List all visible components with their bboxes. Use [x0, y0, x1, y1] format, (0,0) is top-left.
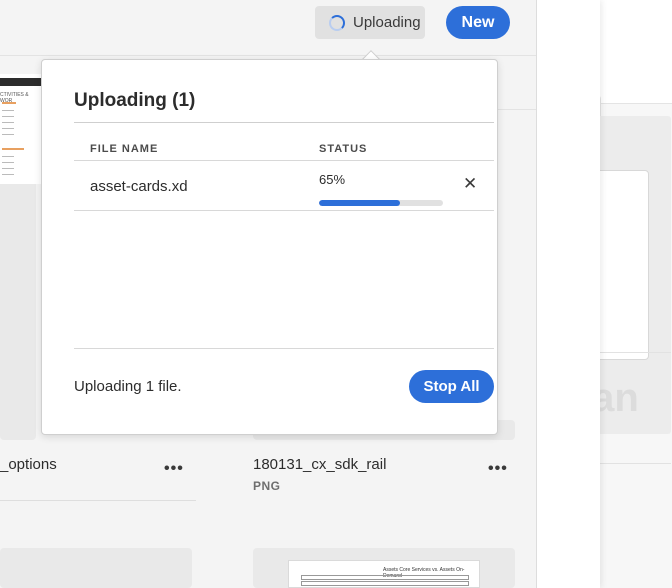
- upload-progress-bar: [319, 200, 443, 206]
- asset-card[interactable]: [0, 168, 36, 440]
- asset-card[interactable]: [0, 548, 192, 588]
- thumbnail-line: [2, 162, 14, 163]
- thumbnail-line: [2, 134, 14, 135]
- thumbnail-line: [2, 122, 14, 123]
- upload-popover: Uploading (1) FILE NAME STATUS asset-car…: [41, 59, 498, 435]
- uploading-status-button[interactable]: Uploading: [315, 6, 425, 39]
- panel-right-strip: [536, 0, 600, 588]
- thumbnail-line: [2, 174, 14, 175]
- column-header-file-name: FILE NAME: [90, 143, 159, 155]
- spinner-icon: [329, 14, 345, 31]
- thumbnail-header-bar: [0, 78, 42, 86]
- uploading-status-label: Uploading: [353, 14, 421, 31]
- card-thumbnail: CTIVITIES & WOR: [0, 74, 42, 184]
- thumbnail-accent: [2, 148, 24, 150]
- card-title[interactable]: 180131_cx_sdk_rail: [253, 456, 386, 473]
- header-bar: Uploading New: [0, 0, 536, 56]
- upload-progress-fill: [319, 200, 400, 206]
- card-title[interactable]: _options: [0, 456, 57, 473]
- new-button[interactable]: New: [446, 6, 510, 39]
- column-header-status: STATUS: [319, 143, 368, 155]
- upload-file-name: asset-cards.xd: [90, 178, 188, 195]
- divider: [0, 500, 196, 501]
- more-options-icon[interactable]: •••: [164, 460, 184, 478]
- document-thumbnail: Assets Core Services vs. Assets On-Deman…: [288, 560, 480, 588]
- thumbnail-line: [2, 168, 14, 169]
- card-file-type: PNG: [253, 479, 281, 493]
- thumbnail-line: [2, 156, 14, 157]
- more-options-icon[interactable]: •••: [488, 460, 508, 478]
- thumbnail-accent: [2, 102, 16, 104]
- thumbnail-line: [2, 128, 14, 129]
- document-thumbnail-row: [301, 581, 469, 586]
- divider: [74, 122, 494, 123]
- popover-title: Uploading (1): [74, 90, 196, 111]
- upload-summary-text: Uploading 1 file.: [74, 378, 182, 395]
- divider: [74, 210, 494, 211]
- upload-progress-text: 65%: [319, 172, 346, 187]
- divider: [74, 160, 494, 161]
- thumbnail-line: [2, 116, 14, 117]
- close-icon[interactable]: ✕: [463, 175, 477, 192]
- stop-all-button[interactable]: Stop All: [409, 370, 494, 403]
- document-thumbnail-row: [301, 575, 469, 580]
- thumbnail-line: [2, 110, 14, 111]
- divider: [74, 348, 494, 349]
